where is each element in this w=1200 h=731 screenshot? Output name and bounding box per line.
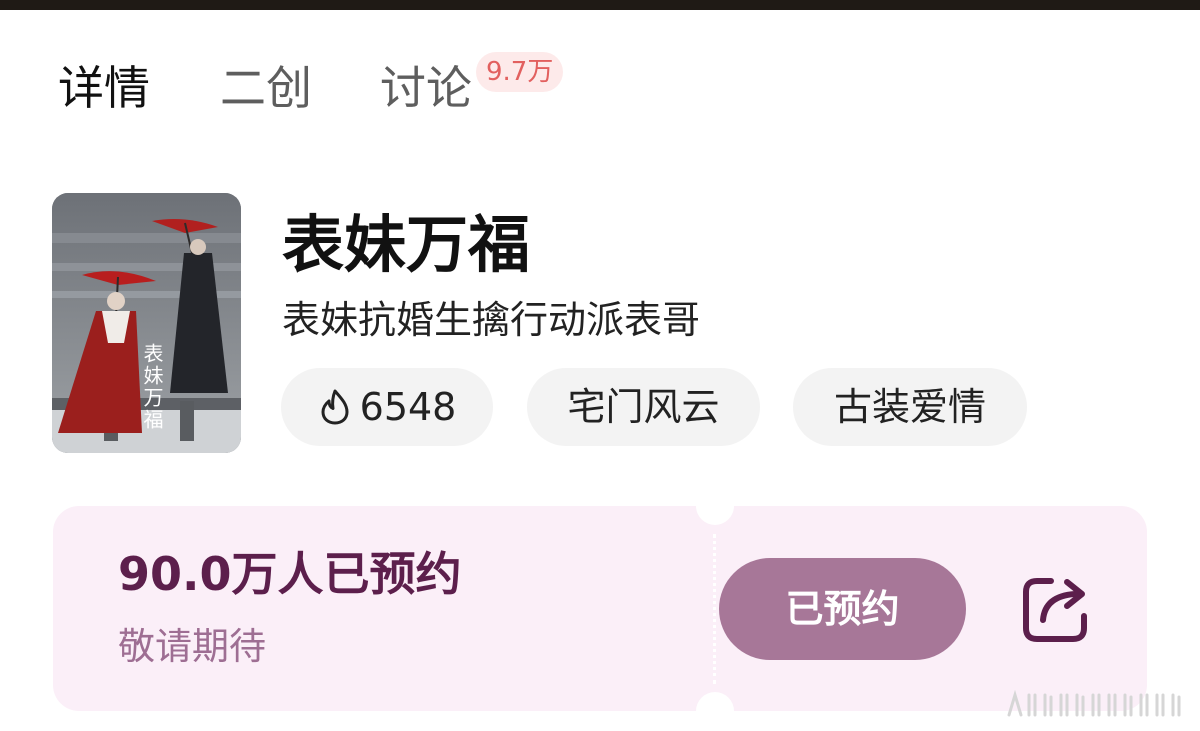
share-icon xyxy=(1023,578,1087,642)
show-title: 表妹万福 xyxy=(282,208,531,281)
ticket-perforation xyxy=(713,534,716,684)
ticket-notch-bottom xyxy=(696,692,734,730)
poster-calligraphy: 表妹万福 xyxy=(140,343,164,431)
watermark-logo xyxy=(1007,689,1181,717)
show-subtitle: 表妹抗婚生擒行动派表哥 xyxy=(282,298,701,342)
coming-soon-hint: 敬请期待 xyxy=(118,625,266,668)
reserved-button[interactable]: 已预约 xyxy=(719,558,966,660)
discussion-count-badge: 9.7万 xyxy=(476,52,564,92)
heat-tag[interactable]: 6548 xyxy=(281,368,493,446)
reservation-card: 90.0万人已预约 敬请期待 已预约 xyxy=(53,487,1147,730)
genre-tag-romance[interactable]: 古装爱情 xyxy=(793,368,1027,446)
tab-details[interactable]: 详情 xyxy=(58,58,150,118)
genre-tag-mansion[interactable]: 宅门风云 xyxy=(527,368,760,446)
share-button[interactable] xyxy=(1021,572,1093,644)
show-poster[interactable]: 表妹万福 xyxy=(52,193,241,453)
flame-icon xyxy=(321,389,349,424)
heat-value: 6548 xyxy=(359,385,457,429)
top-image-strip xyxy=(0,0,1200,10)
tab-discussion[interactable]: 讨论 xyxy=(380,58,472,118)
ticket-notch-top xyxy=(696,487,734,525)
tab-fan-creations[interactable]: 二创 xyxy=(220,58,312,118)
reservation-count: 90.0万人已预约 xyxy=(118,547,462,601)
